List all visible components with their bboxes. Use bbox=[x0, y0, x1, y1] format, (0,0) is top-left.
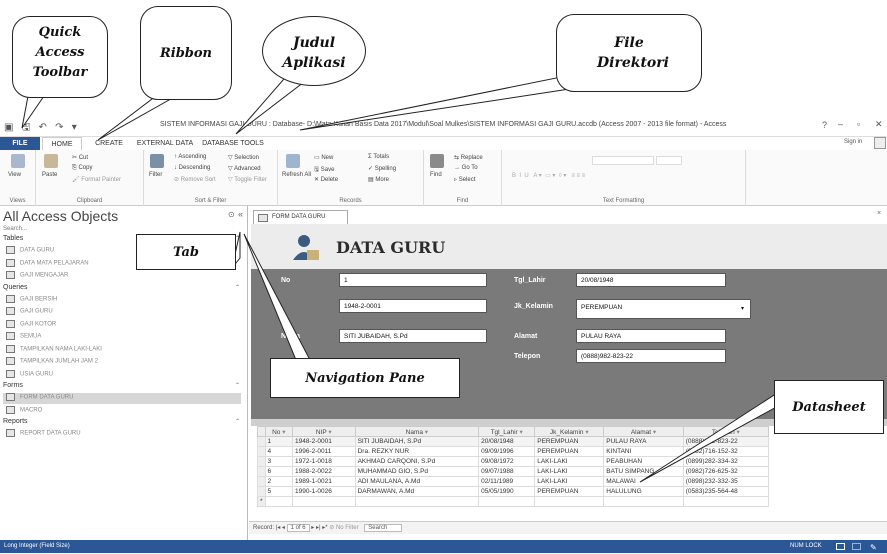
callout-quick-access-toolbar: Quick Access Toolbar bbox=[12, 16, 108, 98]
callout-pointers bbox=[21, 71, 801, 483]
callout-datasheet: Datasheet bbox=[774, 380, 884, 434]
file-pointer bbox=[299, 75, 577, 131]
callout-ribbon: Ribbon bbox=[140, 6, 232, 100]
callout-judul-aplikasi: Judul Aplikasi bbox=[262, 16, 366, 86]
qat-pointer bbox=[21, 95, 45, 129]
callout-file-direktori: File Direktori bbox=[556, 14, 702, 92]
ribbon-pointer bbox=[97, 95, 178, 141]
callout-navigation-pane: Navigation Pane bbox=[270, 358, 460, 398]
callout-tab: Tab bbox=[136, 234, 236, 270]
navpane-pointer bbox=[243, 233, 311, 361]
